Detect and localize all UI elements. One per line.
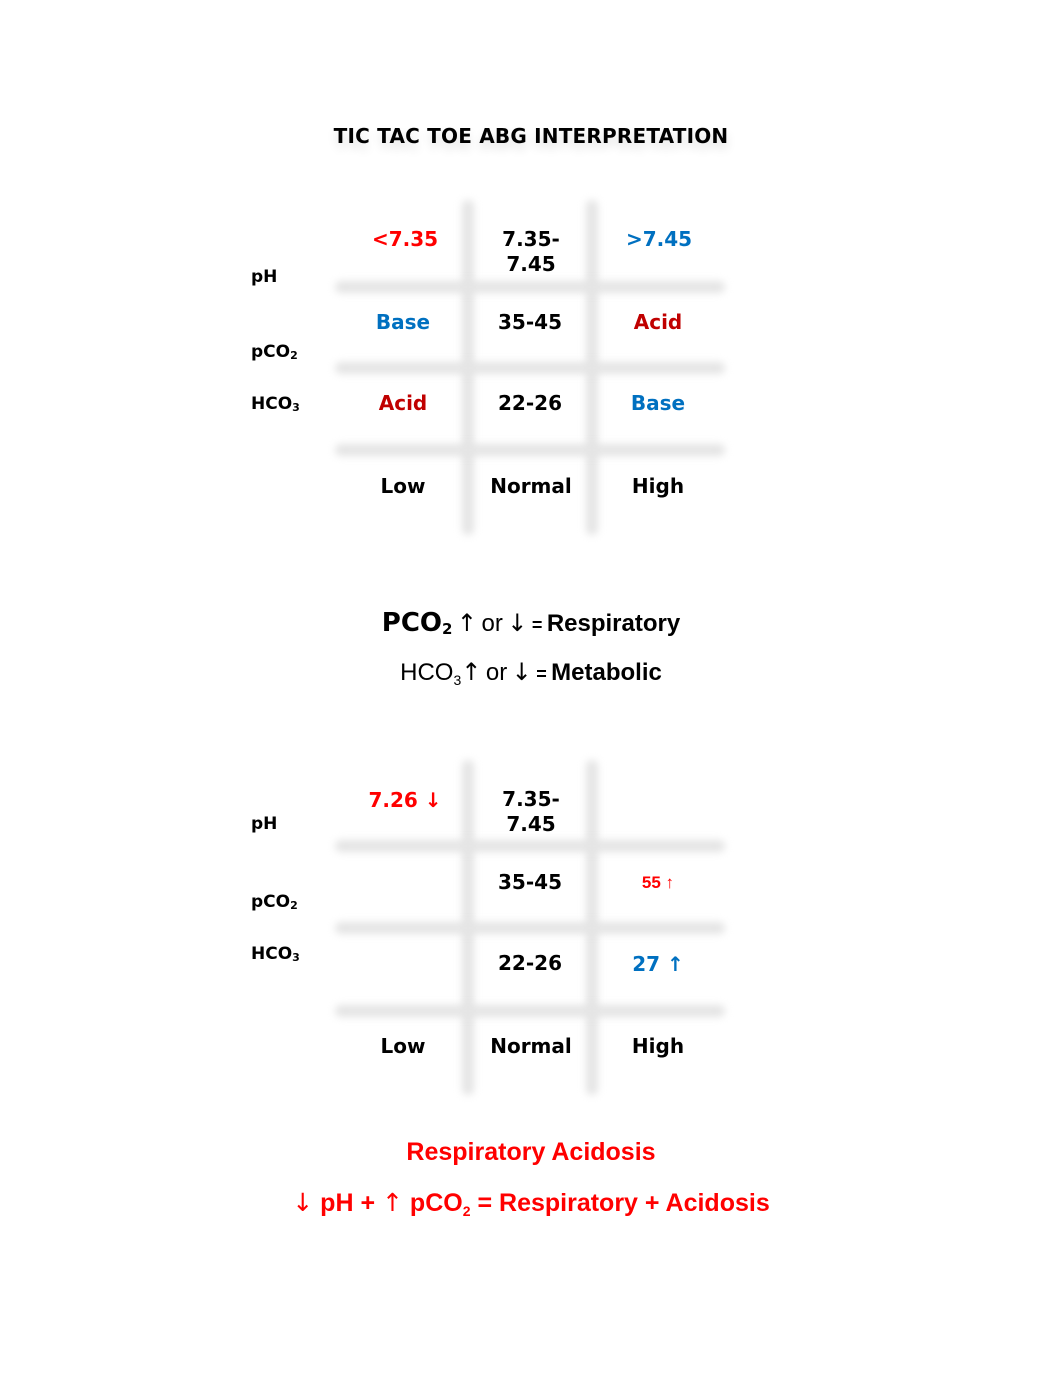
row-label-pco2: pCO2 (251, 342, 298, 362)
rule-metabolic-equals: = (536, 664, 547, 684)
grid-line-horizontal (335, 922, 725, 934)
grid-line-horizontal (335, 281, 725, 293)
conclusion-pco2: pCO2 (409, 1189, 471, 1219)
rule-respiratory-param-subscript: 2 (442, 620, 453, 638)
cell-ph-low: 7.26 ↓ (368, 788, 442, 812)
cell-hco3-high: Base (630, 391, 686, 415)
conclusion-result: Respiratory + Acidosis (499, 1189, 770, 1217)
down-arrow-icon: ↓ (507, 609, 528, 637)
grid-line-horizontal (335, 840, 725, 852)
conclusion-pco2-text: pCO (409, 1189, 463, 1217)
up-arrow-icon: ↑ (382, 1188, 403, 1217)
row-label-pco2-text: pCO (251, 342, 291, 362)
down-arrow-icon: ↓ (511, 658, 532, 686)
cell-ph-high: >7.45 (625, 227, 693, 251)
grid-line-horizontal (335, 444, 725, 456)
row-label-hco3: HCO3 (251, 394, 300, 414)
rule-metabolic-param-text: HCO (400, 659, 454, 686)
conclusion-heading: Respiratory Acidosis (406, 1138, 656, 1166)
rule-respiratory-or: or (481, 610, 503, 637)
conclusion-pco2-subscript: 2 (462, 1203, 471, 1219)
row-label-pco2-text: pCO (251, 892, 291, 912)
conclusion-ph: pH (320, 1189, 354, 1217)
cell-pco2-normal: 35-45 (498, 310, 562, 334)
cell-ph-low: <7.35 (371, 227, 439, 251)
rule-respiratory-param-text: PCO (381, 608, 443, 638)
up-arrow-icon: ↑ (461, 658, 482, 686)
cell-ph-normal: 7.35- 7.45 (466, 787, 596, 837)
row-label-hco3-subscript: 3 (292, 401, 300, 414)
cell-pco2-high: Acid (633, 310, 683, 334)
rule-respiratory-param: PCO2 (382, 608, 453, 638)
rule-respiratory: PCO2 ↑ or ↓ = Respiratory (0, 608, 1062, 638)
row-label-pco2: pCO2 (251, 892, 298, 912)
cell-ph-normal-line1: 7.35- (502, 787, 560, 811)
rule-metabolic-or: or (485, 659, 508, 686)
conclusion-formula: ↓ pH + ↑ pCO2 = Respiratory + Acidosis (0, 1188, 1062, 1219)
conclusion-equals: = (477, 1189, 493, 1217)
rule-metabolic-result: Metabolic (551, 659, 662, 686)
row-label-hco3-subscript: 3 (292, 951, 300, 964)
cell-hco3-high: 27 ↑ (632, 952, 684, 976)
cell-pco2-high: 55 ↑ (641, 873, 675, 892)
row-label-hco3-text: HCO (251, 944, 293, 964)
rule-metabolic-param: HCO3 (400, 659, 461, 688)
cell-hco3-normal: 22-26 (498, 951, 562, 975)
column-label-normal: Normal (490, 1034, 572, 1058)
row-label-hco3: HCO3 (251, 944, 300, 964)
column-label-high: High (631, 474, 685, 498)
up-arrow-icon: ↑ (456, 609, 478, 637)
cell-hco3-normal: 22-26 (498, 391, 562, 415)
cell-ph-normal-line2: 7.45 (506, 812, 556, 836)
row-label-pco2-subscript: 2 (290, 899, 298, 912)
grid-line-horizontal (335, 1005, 725, 1017)
column-label-normal: Normal (490, 474, 572, 498)
cell-ph-normal-line1: 7.35- (502, 227, 560, 251)
rule-respiratory-equals: = (531, 615, 543, 635)
down-arrow-icon: ↓ (292, 1188, 314, 1217)
rule-respiratory-result: Respiratory (546, 610, 681, 637)
cell-ph-normal-line2: 7.45 (506, 252, 556, 276)
grid-line-horizontal (335, 362, 725, 374)
cell-hco3-low: Acid (378, 391, 428, 415)
cell-ph-normal: 7.35- 7.45 (466, 227, 596, 277)
column-label-low: Low (380, 1034, 426, 1058)
row-label-ph: pH (251, 267, 278, 287)
document-title: TIC TAC TOE ABG INTERPRETATION (333, 124, 729, 148)
cell-pco2-low: Base (375, 310, 431, 334)
row-label-hco3-text: HCO (251, 394, 293, 414)
row-label-ph: pH (251, 814, 278, 834)
column-label-high: High (631, 1034, 685, 1058)
row-label-pco2-subscript: 2 (290, 349, 298, 362)
cell-pco2-normal: 35-45 (498, 870, 562, 894)
rule-metabolic: HCO3↑ or ↓ = Metabolic (0, 658, 1062, 688)
conclusion-plus: + (360, 1189, 376, 1217)
column-label-low: Low (380, 474, 426, 498)
